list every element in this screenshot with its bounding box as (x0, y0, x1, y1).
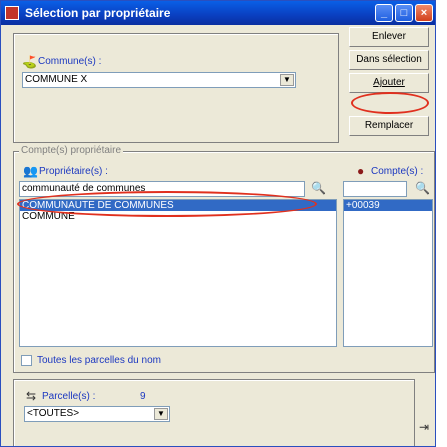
app-icon (5, 6, 19, 20)
commune-select[interactable]: COMMUNE X ▼ (22, 72, 296, 88)
window-title: Sélection par propriétaire (25, 6, 171, 20)
enlever-button[interactable]: Enlever (349, 27, 429, 47)
toutes-parcelles-label: Toutes les parcelles du nom (37, 355, 161, 366)
parcelle-group: ⇆ Parcelle(s) : 9 <TOUTES> ▼ (13, 379, 415, 446)
commune-select-value: COMMUNE X (25, 74, 88, 85)
title-bar: Sélection par propriétaire _ □ × (1, 1, 435, 25)
selection-window: Sélection par propriétaire _ □ × ⛳ Commu… (0, 0, 436, 447)
close-button[interactable]: × (415, 4, 433, 22)
compte-search-input[interactable] (343, 181, 407, 197)
list-item[interactable]: COMMUNAUTE DE COMMUNES (20, 200, 336, 211)
toutes-parcelles-checkbox[interactable] (21, 355, 32, 366)
list-item[interactable]: COMMUNE (20, 211, 336, 222)
ajouter-highlight-ring (351, 92, 429, 114)
commune-group: ⛳ Commune(s) : COMMUNE X ▼ (13, 33, 339, 143)
list-item[interactable]: +00039 (344, 200, 432, 211)
ajouter-button[interactable]: Ajouter (349, 73, 429, 93)
export-icon[interactable]: ⇥ (419, 421, 429, 433)
parcel-icon: ⇆ (26, 389, 37, 403)
proprietaire-list[interactable]: COMMUNAUTE DE COMMUNES COMMUNE (19, 199, 337, 347)
maximize-button[interactable]: □ (395, 4, 413, 22)
dans-selection-button[interactable]: Dans sélection (349, 50, 429, 70)
parcelle-select-value: <TOUTES> (27, 408, 80, 419)
chevron-down-icon[interactable]: ▼ (280, 74, 294, 86)
proprietaire-label: Propriétaire(s) : (39, 166, 108, 177)
commune-icon: ⛳ (22, 55, 37, 69)
search-key-icon[interactable]: 🔍 (311, 182, 326, 194)
parcelle-select[interactable]: <TOUTES> ▼ (24, 406, 170, 422)
account-icon: ● (357, 164, 365, 178)
minimize-button[interactable]: _ (375, 4, 393, 22)
remplacer-button[interactable]: Remplacer (349, 116, 429, 136)
proprietaire-search-input[interactable]: communauté de communes (19, 181, 305, 197)
chevron-down-icon[interactable]: ▼ (154, 408, 168, 420)
commune-label: Commune(s) : (38, 56, 102, 67)
parcelle-label: Parcelle(s) : (42, 391, 96, 402)
parcelle-count: 9 (140, 391, 146, 402)
owner-icon: 👥 (23, 164, 38, 178)
compte-list[interactable]: +00039 (343, 199, 433, 347)
compte-label: Compte(s) : (371, 166, 424, 177)
compte-proprietaire-title: Compte(s) propriétaire (19, 145, 124, 156)
search-key-icon-disabled: 🔍 (415, 181, 430, 195)
